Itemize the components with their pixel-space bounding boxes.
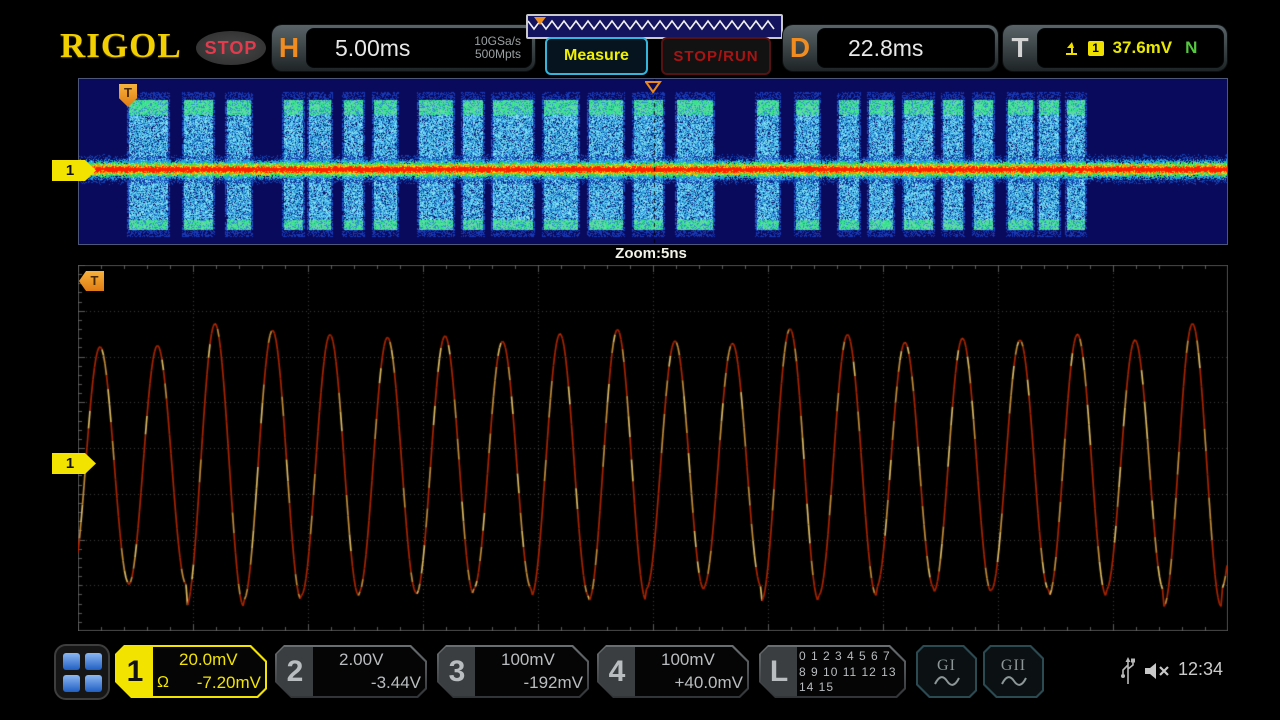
channel1-panel[interactable]: 1 20.0mV Ω -7.20mV <box>115 645 267 698</box>
overview-position-marker <box>534 17 546 25</box>
main-waveform-window[interactable] <box>78 78 1228 245</box>
waveform-overview-bar[interactable] <box>526 14 783 39</box>
trigger-label: T <box>1003 32 1037 64</box>
usb-icon <box>1120 657 1136 685</box>
rising-edge-icon <box>1064 41 1079 56</box>
zoom-waveform-display[interactable] <box>78 265 1228 631</box>
channel3-scale: 100mV <box>501 650 555 670</box>
delay-value: 22.8ms <box>818 35 923 62</box>
logic-channels-row1: 0 1 2 3 4 5 6 7 <box>799 649 900 664</box>
overview-waveform-icon <box>528 21 774 29</box>
channel2-panel[interactable]: 2 2.00V -3.44V <box>275 645 427 698</box>
trigger-mode-indicator: N <box>1185 38 1197 58</box>
oscilloscope-screen: RIGOL STOP H 5.00ms 10GSa/s 500Mpts Meas… <box>0 0 1280 720</box>
horizontal-label: H <box>272 32 306 64</box>
trigger-panel[interactable]: T 1 37.6mV N <box>1003 25 1227 71</box>
channel2-number: 2 <box>277 647 313 696</box>
delay-label: D <box>783 32 817 64</box>
channel2-scale: 2.00V <box>339 650 383 670</box>
zoom-window-cursor-top[interactable] <box>645 81 662 94</box>
logic-channels-row2: 8 9 10 11 12 13 14 15 <box>799 665 900 695</box>
channel3-offset: -192mV <box>523 673 583 693</box>
impedance-symbol: Ω <box>157 674 169 692</box>
generator2-button[interactable]: GII <box>983 645 1044 698</box>
channel1-offset: -7.20mV <box>197 673 261 693</box>
channel3-panel[interactable]: 3 100mV -192mV <box>437 645 589 698</box>
channel1-scale: 20.0mV <box>179 650 238 670</box>
sample-rate-readout: 10GSa/s 500Mpts <box>474 35 531 61</box>
clock: 12:34 <box>1178 659 1223 680</box>
horizontal-timebase-panel[interactable]: H 5.00ms 10GSa/s 500Mpts <box>272 25 535 71</box>
channel1-number: 1 <box>117 647 153 696</box>
trigger-source-badge: 1 <box>1088 41 1104 56</box>
generator1-button[interactable]: GI <box>916 645 977 698</box>
channel4-offset: +40.0mV <box>674 673 743 693</box>
generator2-label: GII <box>1001 657 1026 675</box>
generator1-label: GI <box>937 657 956 675</box>
logic-analyzer-panel[interactable]: L 0 1 2 3 4 5 6 7 8 9 10 11 12 13 14 15 <box>759 645 906 698</box>
measure-button[interactable]: Measure <box>545 37 648 75</box>
sine-wave-icon <box>934 675 960 687</box>
timebase-value: 5.00ms <box>307 35 474 62</box>
acquisition-status-badge: STOP <box>196 31 266 65</box>
rigol-logo: RIGOL <box>60 26 182 66</box>
mute-speaker-icon[interactable] <box>1144 661 1172 681</box>
delay-panel[interactable]: D 22.8ms <box>783 25 998 71</box>
sine-wave-icon <box>1001 675 1027 687</box>
trigger-level-value: 37.6mV <box>1113 38 1173 58</box>
zoom-waveform-window[interactable] <box>78 265 1228 631</box>
channel3-number: 3 <box>439 647 475 696</box>
channel2-offset: -3.44V <box>371 673 421 693</box>
channel4-number: 4 <box>599 647 635 696</box>
channel4-panel[interactable]: 4 100mV +40.0mV <box>597 645 749 698</box>
channel4-scale: 100mV <box>661 650 715 670</box>
menu-button[interactable] <box>54 644 110 700</box>
stop-run-button[interactable]: STOP/RUN <box>661 37 771 75</box>
main-waveform-display[interactable] <box>79 79 1227 244</box>
logic-panel-label: L <box>761 647 797 696</box>
zoom-scale-label: Zoom:5ns <box>86 245 1216 265</box>
menu-grid-icon <box>63 653 80 670</box>
